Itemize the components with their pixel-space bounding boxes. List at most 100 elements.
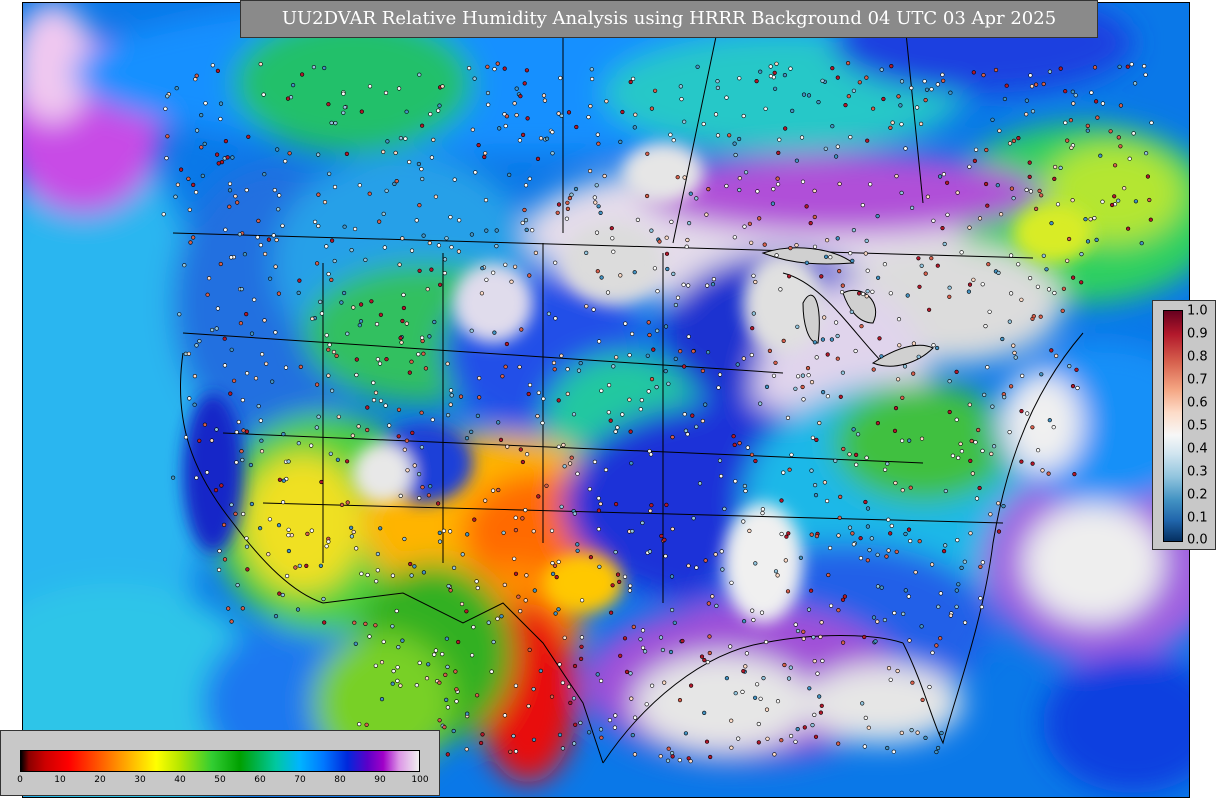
obs-marker [618,273,623,278]
obs-marker [431,137,436,142]
obs-marker [702,657,707,663]
obs-marker [835,333,840,339]
obs-marker [629,331,635,337]
obs-marker [438,282,443,287]
obs-marker [1079,280,1084,285]
obs-marker [309,528,314,533]
obs-marker [444,636,450,641]
obs-marker [352,620,357,625]
obs-marker [281,478,286,483]
obs-marker [276,523,282,528]
obs-marker [209,438,214,443]
obs-marker [379,660,385,665]
obs-marker [899,438,905,443]
obs-marker [555,210,560,215]
obs-marker [744,651,750,656]
obs-marker [1035,284,1041,289]
obs-marker [271,233,276,238]
obs-marker [767,348,773,354]
obs-marker [1127,156,1132,161]
obs-marker [615,572,621,577]
obs-marker [541,396,546,401]
obs-marker [277,477,282,482]
obs-marker [193,77,198,82]
obs-marker [1079,252,1084,257]
obs-marker [432,652,437,657]
obs-marker [888,291,893,296]
obs-marker [954,369,959,375]
obs-marker [790,108,795,113]
obs-marker [173,194,178,199]
obs-marker [864,238,869,243]
obs-marker [988,512,993,517]
obs-marker [919,436,925,441]
obs-marker [749,452,755,457]
obs-marker [596,339,602,344]
obs-marker [655,328,660,333]
obs-marker [513,515,518,520]
obs-marker [559,353,564,358]
obs-marker [870,106,876,111]
obs-marker [1072,472,1077,477]
obs-marker [417,72,422,77]
obs-marker [716,385,721,390]
obs-marker [419,410,424,415]
obs-marker [336,414,341,419]
obs-marker [779,498,784,503]
obs-marker [199,112,204,118]
obs-marker [835,236,840,241]
obs-marker [499,614,504,619]
obs-marker [873,639,878,644]
obs-marker [571,696,577,701]
obs-marker [660,647,666,653]
obs-marker [1027,174,1032,179]
obs-marker [836,533,841,538]
obs-marker [819,620,824,625]
obs-marker [596,204,601,209]
obs-marker [1055,202,1061,207]
obs-marker [990,404,995,409]
obs-marker [520,220,525,225]
obs-marker [552,367,557,372]
obs-marker [470,127,475,132]
obs-marker [227,188,233,193]
obs-marker [514,86,519,91]
obs-marker [598,501,603,507]
obs-marker [869,536,874,541]
obs-marker [747,221,753,226]
obs-marker [627,588,633,593]
obs-marker [297,278,302,283]
obs-marker [253,376,259,381]
obs-marker [812,658,817,664]
obs-marker [427,240,432,246]
obs-marker [232,378,237,383]
obs-marker [182,263,187,268]
obs-marker [485,90,491,96]
obs-marker [399,340,404,345]
obs-marker [996,501,1001,506]
obs-marker [707,650,712,656]
obs-marker [367,191,372,196]
obs-marker [522,207,527,213]
obs-marker [240,457,245,463]
obs-marker [782,662,787,668]
obs-marker [954,588,959,593]
obs-marker [943,543,948,548]
obs-marker [238,321,243,326]
obs-marker [806,607,812,612]
obs-marker [751,273,756,278]
obs-marker [863,251,868,256]
obs-marker [446,583,451,589]
obs-marker [732,442,737,448]
obs-marker [530,228,535,233]
obs-marker [469,328,474,333]
obs-colorbar [1163,310,1183,542]
obs-marker [550,571,556,577]
obs-marker [916,256,921,261]
rh-tick-label: 20 [94,775,106,785]
obs-marker [409,573,414,578]
obs-marker [639,398,644,403]
obs-marker [215,306,220,311]
obs-marker [255,235,260,240]
obs-marker [344,151,350,156]
